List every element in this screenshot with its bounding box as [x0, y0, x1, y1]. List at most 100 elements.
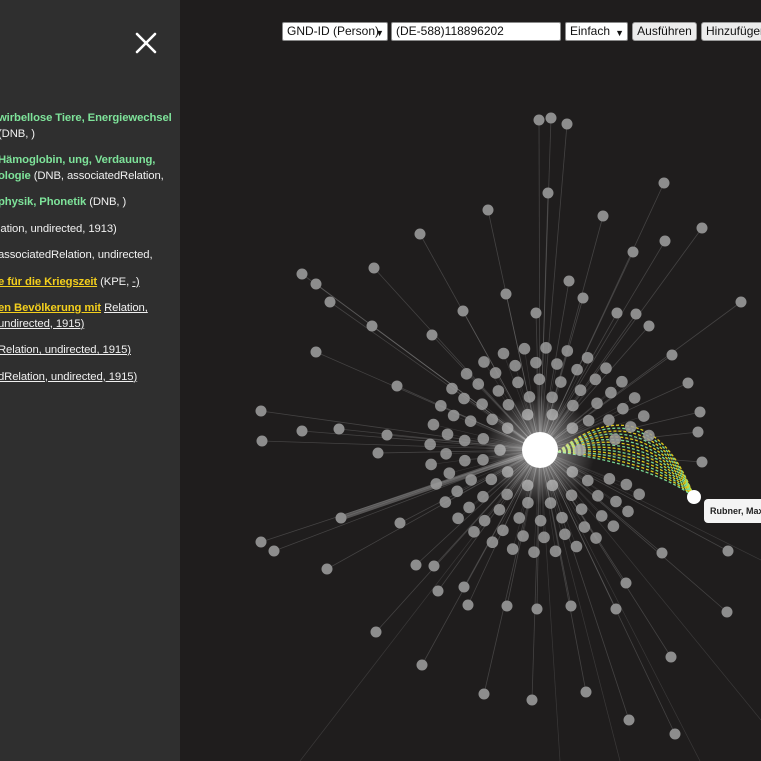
graph-node[interactable]: [500, 288, 512, 300]
graph-node[interactable]: [459, 454, 471, 467]
graph-node[interactable]: [643, 320, 655, 332]
graph-node[interactable]: [439, 496, 452, 508]
graph-node[interactable]: [611, 307, 623, 319]
graph-node[interactable]: [563, 275, 575, 287]
graph-node[interactable]: [628, 392, 641, 404]
graph-node[interactable]: [268, 545, 280, 557]
graph-node[interactable]: [545, 112, 557, 124]
graph-node[interactable]: [513, 512, 526, 524]
graph-node[interactable]: [497, 524, 509, 537]
graph-node[interactable]: [531, 603, 543, 615]
graph-node[interactable]: [530, 307, 542, 319]
graph-node[interactable]: [518, 342, 531, 355]
graph-node[interactable]: [255, 536, 267, 548]
graph-node[interactable]: [533, 114, 545, 126]
graph-node[interactable]: [370, 626, 382, 638]
graph-node[interactable]: [610, 603, 622, 615]
graph-node[interactable]: [643, 429, 655, 442]
graph-node[interactable]: [366, 320, 378, 332]
graph-node[interactable]: [581, 351, 594, 364]
graph-node[interactable]: [574, 384, 587, 397]
graph-node[interactable]: [620, 478, 633, 491]
graph-node[interactable]: [542, 187, 554, 199]
graph-node[interactable]: [580, 686, 592, 698]
graph-node[interactable]: [464, 415, 477, 427]
graph-node[interactable]: [559, 528, 571, 541]
graph-node[interactable]: [372, 447, 384, 459]
graph-node[interactable]: [603, 473, 616, 485]
graph-node[interactable]: [616, 375, 628, 388]
graph-node[interactable]: [591, 397, 603, 410]
graph-node[interactable]: [381, 429, 393, 441]
graph-node[interactable]: [310, 278, 322, 290]
graph-node[interactable]: [696, 222, 708, 234]
graph-node[interactable]: [597, 210, 609, 222]
graph-node[interactable]: [477, 490, 489, 503]
graph-node[interactable]: [735, 296, 747, 308]
graph-node[interactable]: [589, 373, 602, 386]
graph-node[interactable]: [669, 728, 681, 740]
graph-node[interactable]: [335, 512, 347, 524]
graph-node[interactable]: [659, 235, 671, 247]
graph-node[interactable]: [426, 329, 438, 341]
id-type-select[interactable]: GND-ID (Person) ▼: [282, 22, 388, 41]
graph-node[interactable]: [665, 651, 677, 663]
graph-node[interactable]: [446, 382, 458, 395]
graph-node[interactable]: [512, 376, 524, 389]
graph-node[interactable]: [666, 349, 678, 361]
graph-node[interactable]: [571, 363, 583, 376]
graph-node[interactable]: [656, 547, 668, 559]
graph-node[interactable]: [391, 380, 403, 392]
graph-node[interactable]: [624, 421, 637, 433]
graph-node[interactable]: [440, 447, 452, 460]
graph-node[interactable]: [617, 402, 629, 415]
graph-node[interactable]: [424, 438, 436, 451]
graph-node[interactable]: [637, 410, 650, 422]
graph-node[interactable]: [534, 514, 547, 527]
graph-node[interactable]: [696, 456, 708, 468]
graph-node[interactable]: [451, 485, 463, 498]
graph-node[interactable]: [722, 545, 734, 557]
run-button[interactable]: Ausführen: [632, 22, 697, 41]
graph-node[interactable]: [447, 409, 460, 422]
graph-node[interactable]: [462, 599, 474, 611]
graph-node[interactable]: [575, 503, 588, 515]
graph-node[interactable]: [458, 392, 470, 405]
graph-node[interactable]: [478, 514, 491, 527]
add-button[interactable]: Hinzufügen: [701, 22, 761, 41]
graph-node[interactable]: [333, 423, 345, 435]
graph-node[interactable]: [441, 428, 454, 441]
graph-node[interactable]: [476, 398, 488, 410]
graph-node[interactable]: [468, 526, 480, 538]
graph-node[interactable]: [410, 559, 422, 571]
graph-node[interactable]: [255, 405, 267, 417]
graph-node[interactable]: [570, 540, 583, 553]
graph-node[interactable]: [554, 376, 567, 388]
graph-node[interactable]: [310, 346, 322, 358]
graph-node[interactable]: [595, 510, 608, 522]
graph-node[interactable]: [530, 356, 542, 369]
graph-node[interactable]: [256, 435, 268, 447]
graph-node[interactable]: [427, 418, 440, 431]
graph-node[interactable]: [528, 546, 540, 558]
graph-node[interactable]: [443, 467, 456, 479]
graph-node[interactable]: [556, 511, 568, 524]
graph-node[interactable]: [394, 517, 406, 529]
graph-node[interactable]: [561, 345, 574, 357]
graph-node[interactable]: [517, 530, 529, 542]
graph-node[interactable]: [658, 177, 670, 189]
network-graph[interactable]: [0, 0, 761, 761]
graph-node[interactable]: [592, 490, 604, 502]
graph-node[interactable]: [622, 505, 634, 518]
graph-node[interactable]: [610, 495, 622, 508]
selected-node[interactable]: [687, 490, 701, 504]
graph-node[interactable]: [538, 531, 550, 544]
graph-node[interactable]: [460, 368, 473, 380]
graph-node[interactable]: [489, 367, 502, 379]
graph-node[interactable]: [430, 478, 443, 490]
graph-node[interactable]: [497, 347, 510, 360]
graph-node[interactable]: [577, 292, 589, 304]
graph-node[interactable]: [296, 268, 308, 280]
graph-node[interactable]: [428, 560, 440, 572]
id-input[interactable]: (DE-588)118896202: [391, 22, 561, 41]
